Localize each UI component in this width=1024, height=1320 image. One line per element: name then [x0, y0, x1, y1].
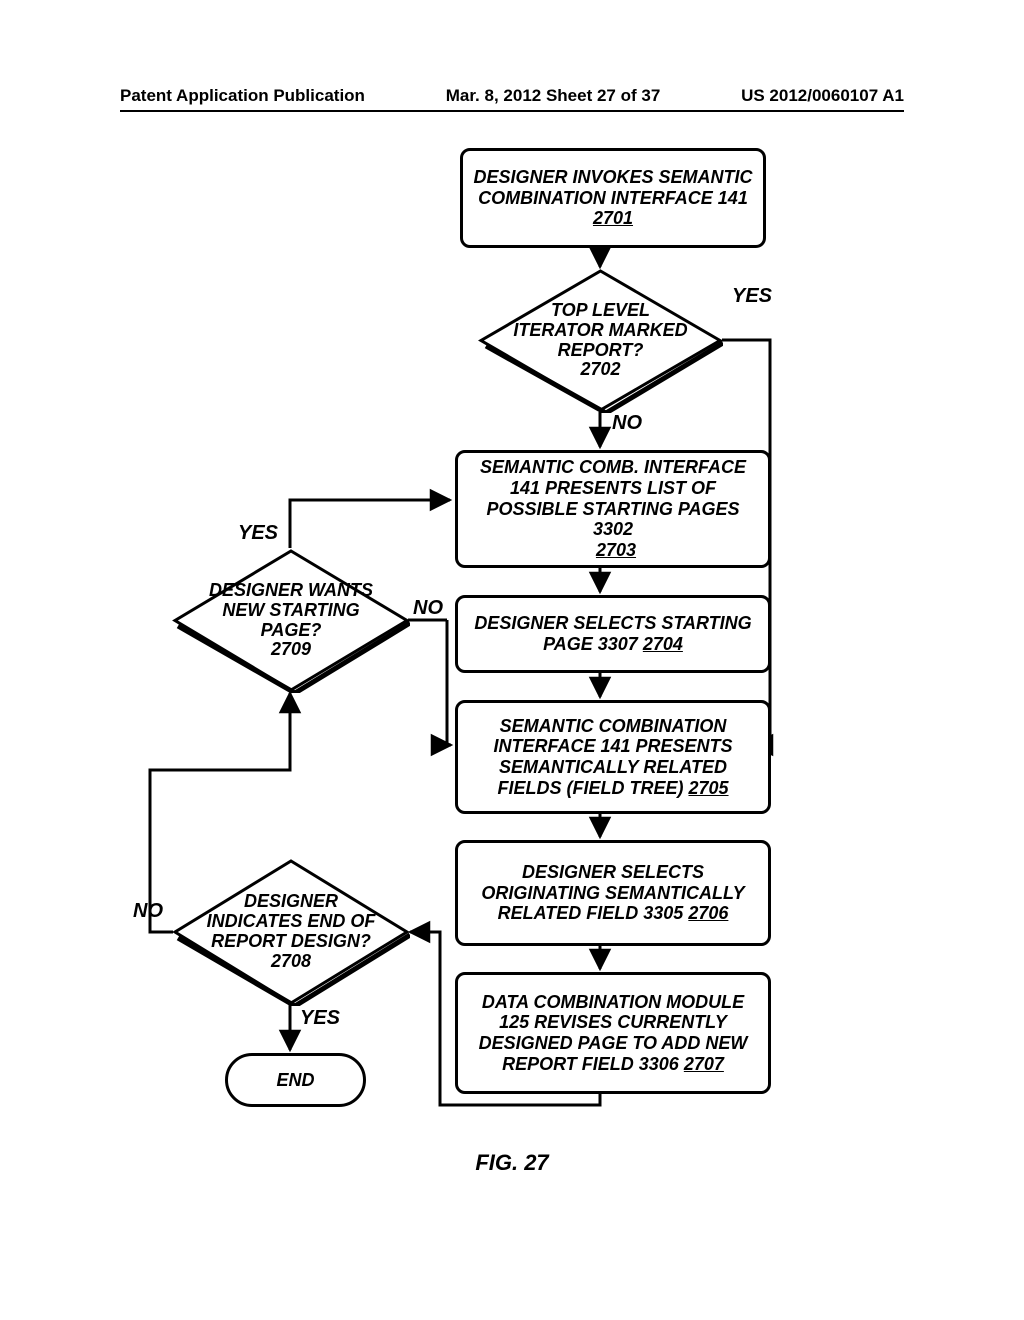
step-2704-text: DESIGNER SELECTS STARTING PAGE 3307 2704: [468, 613, 758, 654]
step-2701-ref: 2701: [593, 208, 633, 229]
decision-2708-ref: 2708: [271, 952, 311, 972]
decision-2709: DESIGNER WANTS NEW STARTING PAGE? 2709: [172, 548, 410, 693]
step-2703-text: SEMANTIC COMB. INTERFACE 141 PRESENTS LI…: [468, 457, 758, 540]
page: Patent Application Publication Mar. 8, 2…: [0, 0, 1024, 1320]
step-2701-text: DESIGNER INVOKES SEMANTIC COMBINATION IN…: [473, 167, 753, 208]
header-left: Patent Application Publication: [120, 86, 365, 106]
decision-2709-text: DESIGNER WANTS NEW STARTING PAGE?: [202, 581, 380, 640]
edge-2702-yes: YES: [732, 285, 772, 308]
figure-caption: FIG. 27: [0, 1150, 1024, 1176]
terminator-end: END: [225, 1053, 366, 1107]
step-2707: DATA COMBINATION MODULE 125 REVISES CURR…: [455, 972, 771, 1094]
decision-2709-ref: 2709: [271, 640, 311, 660]
step-2707-text: DATA COMBINATION MODULE 125 REVISES CURR…: [468, 992, 758, 1075]
page-header: Patent Application Publication Mar. 8, 2…: [120, 86, 904, 106]
step-2703-ref: 2703: [590, 540, 636, 561]
step-2703: SEMANTIC COMB. INTERFACE 141 PRESENTS LI…: [455, 450, 771, 568]
step-2705: SEMANTIC COMBINATION INTERFACE 141 PRESE…: [455, 700, 771, 814]
decision-2708: DESIGNER INDICATES END OF REPORT DESIGN?…: [172, 858, 410, 1006]
decision-2702-text: TOP LEVEL ITERATOR MARKED REPORT?: [508, 301, 693, 360]
edge-2708-no: NO: [133, 900, 163, 923]
header-right: US 2012/0060107 A1: [741, 86, 904, 106]
step-2706-text: DESIGNER SELECTS ORIGINATING SEMANTICALL…: [468, 862, 758, 924]
edge-2709-no: NO: [413, 597, 443, 620]
header-rule: [120, 110, 904, 112]
edge-2702-no: NO: [612, 412, 642, 435]
step-2701: DESIGNER INVOKES SEMANTIC COMBINATION IN…: [460, 148, 766, 248]
step-2704: DESIGNER SELECTS STARTING PAGE 3307 2704: [455, 595, 771, 673]
decision-2708-text: DESIGNER INDICATES END OF REPORT DESIGN?: [202, 892, 380, 951]
edge-2709-yes: YES: [238, 522, 278, 545]
terminator-end-text: END: [276, 1070, 314, 1091]
edge-2708-yes: YES: [300, 1007, 340, 1030]
decision-2702-ref: 2702: [580, 360, 620, 380]
decision-2702: TOP LEVEL ITERATOR MARKED REPORT? 2702: [478, 268, 723, 413]
step-2705-text: SEMANTIC COMBINATION INTERFACE 141 PRESE…: [468, 716, 758, 799]
step-2706: DESIGNER SELECTS ORIGINATING SEMANTICALL…: [455, 840, 771, 946]
header-mid: Mar. 8, 2012 Sheet 27 of 37: [446, 86, 661, 106]
